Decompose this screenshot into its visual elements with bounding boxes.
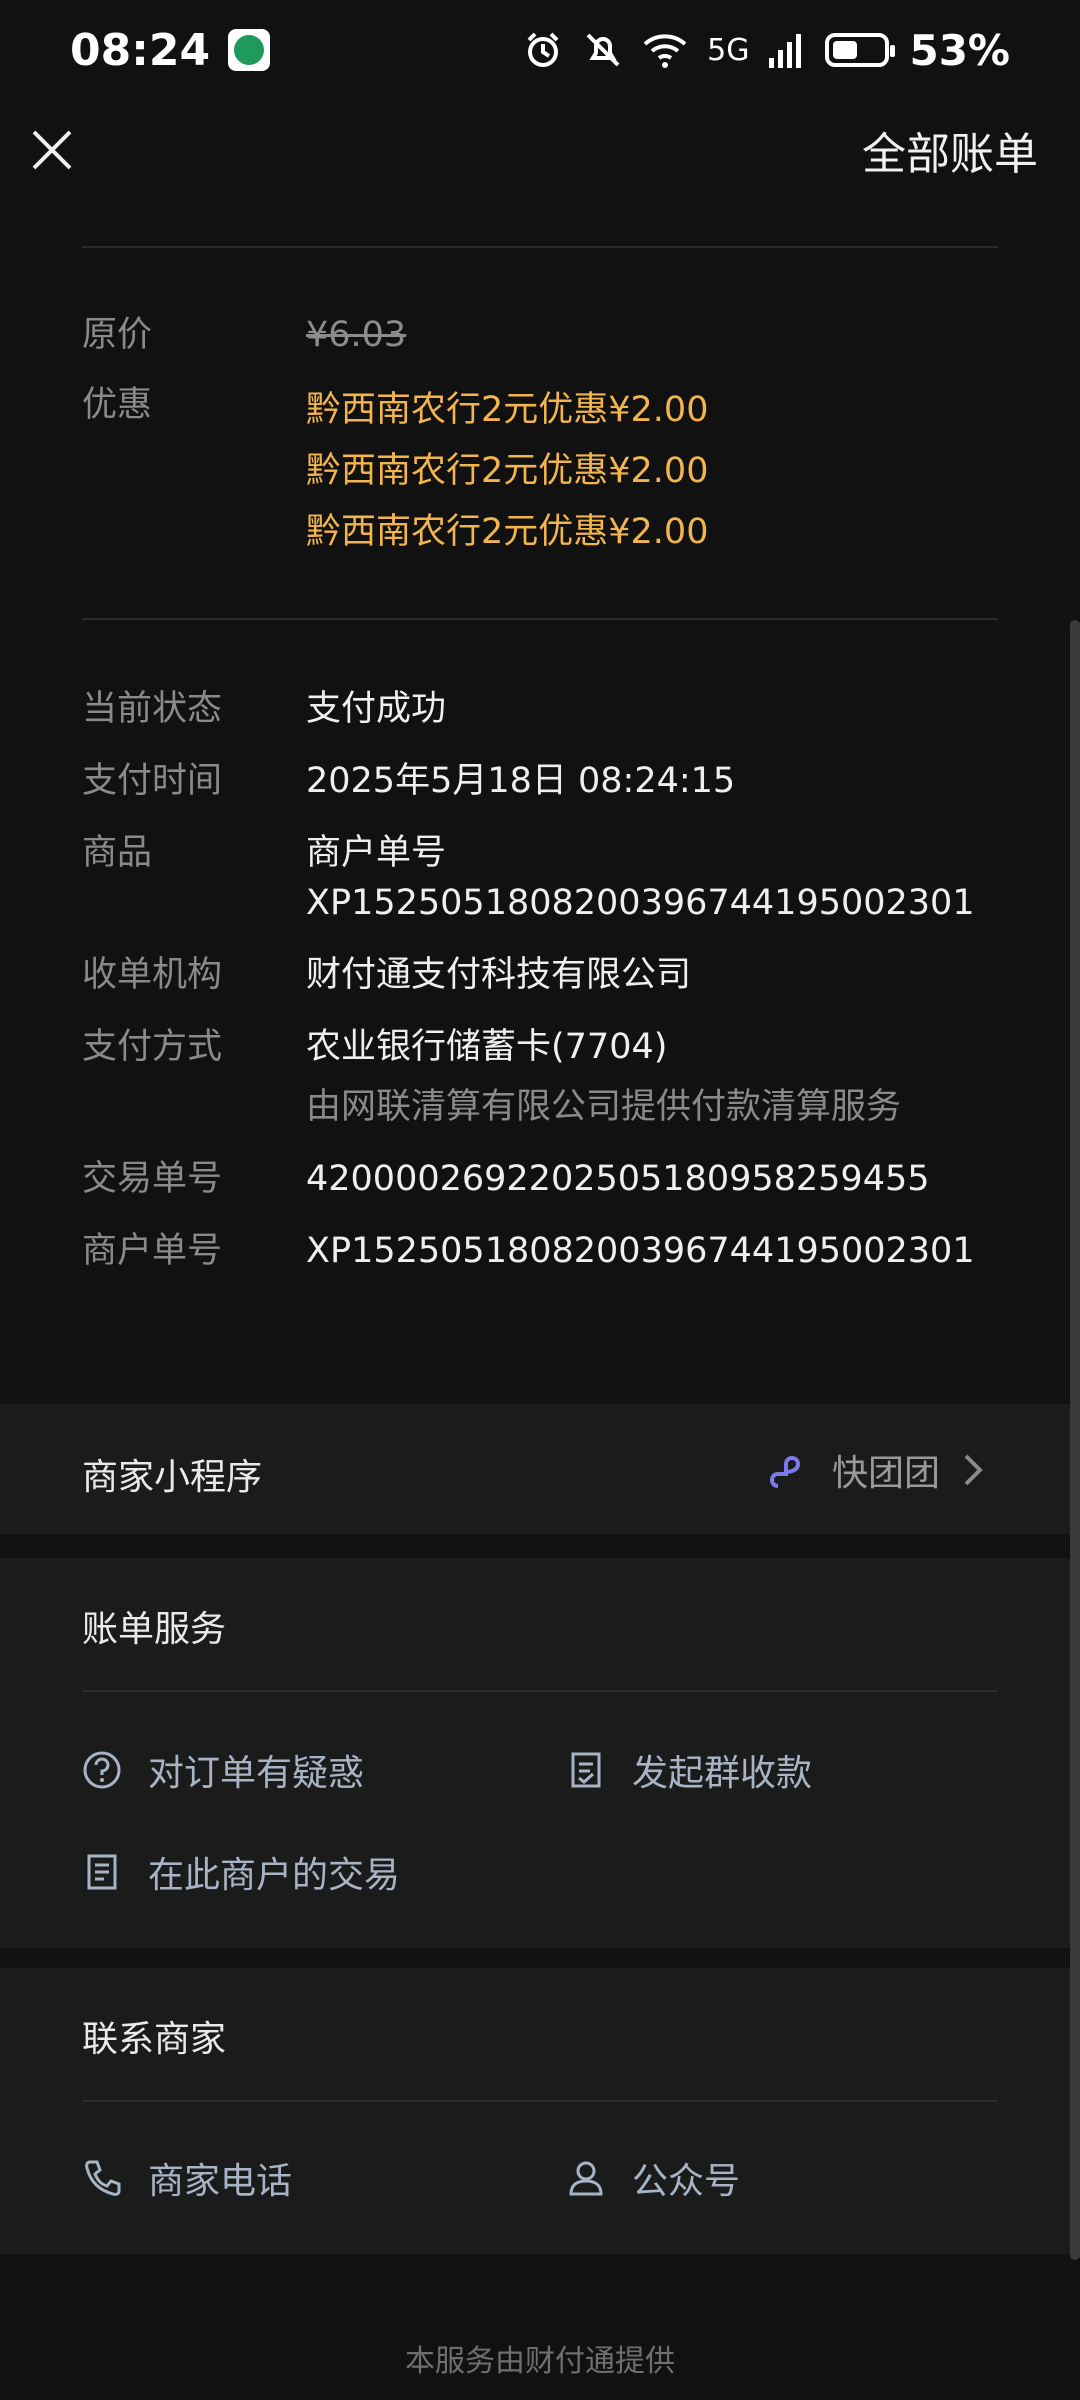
order-question-button[interactable]: 对订单有疑惑 bbox=[82, 1744, 364, 1796]
mini-program-link[interactable]: 快团团 bbox=[766, 1444, 988, 1496]
pay-method-value: 农业银行储蓄卡(7704) bbox=[306, 1027, 668, 1067]
acquirer-value: 财付通支付科技有限公司 bbox=[306, 955, 692, 995]
receipt-icon bbox=[571, 1752, 601, 1788]
close-icon[interactable] bbox=[30, 128, 74, 172]
discount-item: 黔西南农行2元优惠¥2.00 bbox=[306, 512, 709, 552]
goods-value-line2: XP1525051808200396744195002301 bbox=[306, 883, 975, 923]
bill-service-title: 账单服务 bbox=[82, 1609, 227, 1650]
merchant-no-row: 商户单号 XP1525051808200396744195002301 bbox=[82, 1226, 998, 1276]
battery-icon bbox=[825, 33, 896, 67]
clock: 08:24 bbox=[70, 24, 271, 76]
divider bbox=[82, 618, 998, 620]
footer-note: 本服务由财付通提供 bbox=[405, 2344, 675, 2379]
status-row: 当前状态 支付成功 bbox=[82, 684, 998, 734]
merchant-trades-button[interactable]: 在此商户的交易 bbox=[82, 1846, 400, 1898]
discount-row: 优惠 黔西南农行2元优惠¥2.00 黔西南农行2元优惠¥2.00 黔西南农行2元… bbox=[82, 380, 998, 563]
official-account-label: 公众号 bbox=[632, 2161, 741, 2202]
discount-list: 黔西南农行2元优惠¥2.00 黔西南农行2元优惠¥2.00 黔西南农行2元优惠¥… bbox=[306, 380, 708, 563]
network-type: 5G bbox=[707, 32, 750, 68]
scrollbar[interactable] bbox=[1070, 620, 1080, 2260]
pay-time-label: 支付时间 bbox=[82, 761, 223, 801]
bell-muted-icon bbox=[586, 33, 620, 67]
pay-method-note: 由网联清算有限公司提供付款清算服务 bbox=[306, 1087, 902, 1127]
merchant-trades-label: 在此商户的交易 bbox=[148, 1855, 401, 1896]
goods-value-line1: 商户单号 bbox=[306, 833, 447, 873]
discount-item: 黔西南农行2元优惠¥2.00 bbox=[306, 451, 709, 491]
merchant-no-value[interactable]: XP1525051808200396744195002301 bbox=[306, 1226, 975, 1276]
original-price-label: 原价 bbox=[82, 315, 153, 355]
all-bills-link[interactable]: 全部账单 bbox=[862, 118, 1038, 182]
mini-program-icon bbox=[770, 1456, 800, 1488]
status-value: 支付成功 bbox=[306, 689, 447, 729]
top-nav: 全部账单 bbox=[0, 100, 1080, 200]
original-price-row: 原价 ¥6.03 bbox=[82, 310, 998, 360]
bill-service-card: 账单服务 对订单有疑惑 发起群收款 在此商户的交易 bbox=[0, 1558, 1070, 1948]
payment-details: 当前状态 支付成功 支付时间 2025年5月18日 08:24:15 商品 商户… bbox=[82, 684, 998, 1298]
signal-icon bbox=[769, 34, 802, 68]
trade-no-value[interactable]: 4200002692202505180958259455 bbox=[306, 1154, 930, 1204]
acquirer-label: 收单机构 bbox=[82, 955, 223, 995]
contact-title: 联系商家 bbox=[82, 2019, 227, 2060]
wifi-icon bbox=[643, 34, 687, 68]
order-question-label: 对订单有疑惑 bbox=[148, 1753, 365, 1794]
group-collect-label: 发起群收款 bbox=[632, 1753, 813, 1794]
goods-label: 商品 bbox=[82, 833, 153, 873]
bank-app-icon bbox=[228, 29, 271, 71]
pay-method-row: 支付方式 农业银行储蓄卡(7704) 由网联清算有限公司提供付款清算服务 bbox=[82, 1022, 998, 1132]
divider bbox=[82, 1690, 998, 1692]
pay-method-label: 支付方式 bbox=[82, 1027, 223, 1067]
alarm-icon bbox=[527, 32, 559, 67]
question-icon bbox=[83, 1751, 121, 1789]
merchant-phone-button[interactable]: 商家电话 bbox=[82, 2152, 292, 2204]
original-price-value: ¥6.03 bbox=[306, 315, 407, 355]
merchant-phone-label: 商家电话 bbox=[148, 2161, 293, 2202]
mini-program-card[interactable]: 商家小程序 快团团 bbox=[0, 1404, 1070, 1534]
acquirer-row: 收单机构 财付通支付科技有限公司 bbox=[82, 950, 998, 1000]
clock-text: 08:24 bbox=[70, 24, 211, 76]
chevron-right-icon bbox=[964, 1454, 983, 1486]
divider bbox=[82, 2100, 998, 2102]
discount-item: 黔西南农行2元优惠¥2.00 bbox=[306, 390, 709, 430]
trade-no-row: 交易单号 4200002692202505180958259455 bbox=[82, 1154, 998, 1204]
user-icon bbox=[569, 2161, 603, 2196]
group-collect-button[interactable]: 发起群收款 bbox=[566, 1744, 812, 1796]
pay-time-row: 支付时间 2025年5月18日 08:24:15 bbox=[82, 756, 998, 806]
official-account-button[interactable]: 公众号 bbox=[566, 2152, 740, 2204]
status-label: 当前状态 bbox=[82, 689, 223, 729]
discount-label: 优惠 bbox=[82, 385, 153, 425]
mini-program-name: 快团团 bbox=[831, 1453, 940, 1494]
pay-time-value: 2025年5月18日 08:24:15 bbox=[306, 761, 736, 801]
contact-merchant-card: 联系商家 商家电话 公众号 bbox=[0, 1968, 1070, 2254]
merchant-no-label: 商户单号 bbox=[82, 1231, 223, 1271]
mini-program-label: 商家小程序 bbox=[82, 1457, 263, 1498]
trade-no-label: 交易单号 bbox=[82, 1159, 223, 1199]
status-bar: 08:24 5G 53% bbox=[0, 0, 1080, 100]
battery-level: 53% bbox=[909, 25, 1010, 75]
price-section: 原价 ¥6.03 优惠 黔西南农行2元优惠¥2.00 黔西南农行2元优惠¥2.0… bbox=[82, 310, 998, 585]
divider bbox=[82, 246, 998, 248]
status-icons: 5G 53% bbox=[523, 26, 1010, 75]
phone-icon bbox=[85, 2160, 121, 2196]
document-icon bbox=[87, 1854, 117, 1890]
goods-row: 商品 商户单号 XP1525051808200396744195002301 bbox=[82, 828, 998, 928]
